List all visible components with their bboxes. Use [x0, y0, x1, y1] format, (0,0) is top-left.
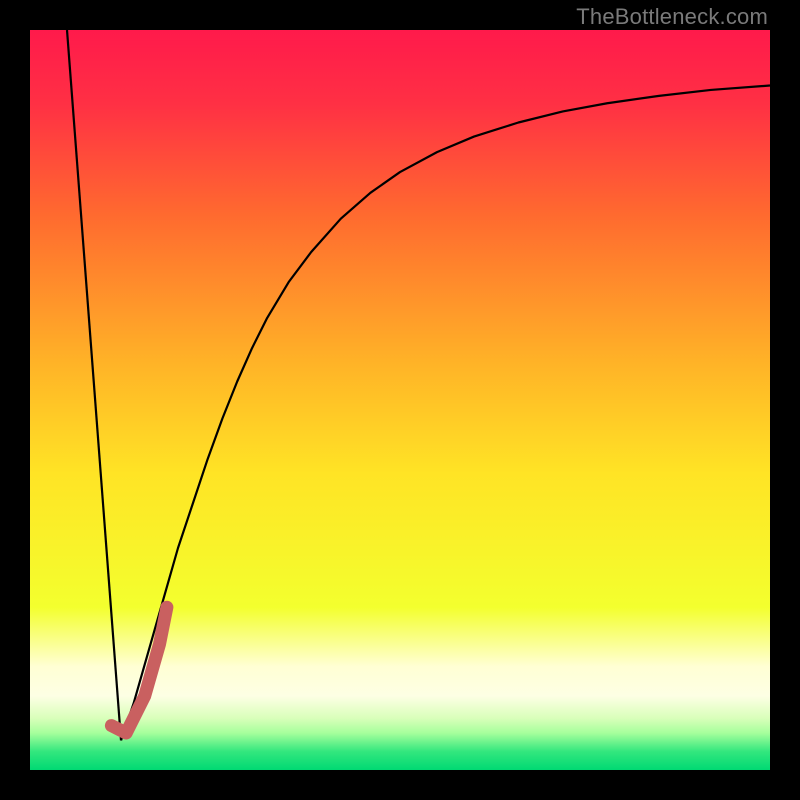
plot-area [30, 30, 770, 770]
gradient-background [30, 30, 770, 770]
chart-svg [30, 30, 770, 770]
chart-frame: TheBottleneck.com [0, 0, 800, 800]
watermark-text: TheBottleneck.com [576, 4, 768, 30]
